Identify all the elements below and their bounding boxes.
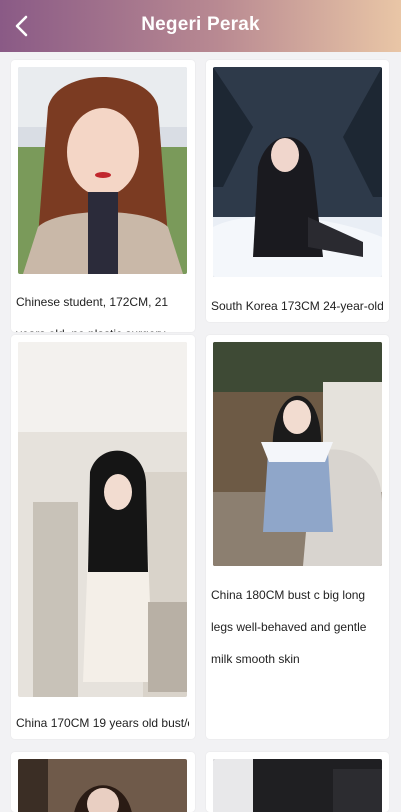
profile-photo: [18, 67, 187, 274]
profile-photo: [213, 342, 382, 566]
top-header: Negeri Perak: [0, 0, 401, 52]
page-title: Negeri Perak: [141, 14, 260, 35]
profile-caption: Chinese student, 172CM, 21 years old, no…: [16, 295, 169, 332]
profile-card[interactable]: [206, 752, 389, 812]
profile-caption: China 180CM bust c big long legs well-be…: [211, 588, 367, 666]
profile-card[interactable]: China 180CM bust c big long legs well-be…: [206, 335, 389, 739]
profile-card[interactable]: Chinese student, 172CM, 21 years old, no…: [11, 60, 195, 332]
profile-photo: [18, 759, 187, 812]
profile-photo: [213, 759, 382, 812]
profile-caption: South Korea 173CM 24-year-old: [211, 299, 383, 313]
profile-card[interactable]: [11, 752, 195, 812]
profile-photo: [18, 342, 187, 697]
profile-caption: China 170CM 19 years old bust/c: [16, 716, 189, 730]
profile-card[interactable]: South Korea 173CM 24-year-old: [206, 60, 389, 322]
profile-photo: [213, 67, 382, 277]
profile-card[interactable]: China 170CM 19 years old bust/c: [11, 335, 195, 739]
